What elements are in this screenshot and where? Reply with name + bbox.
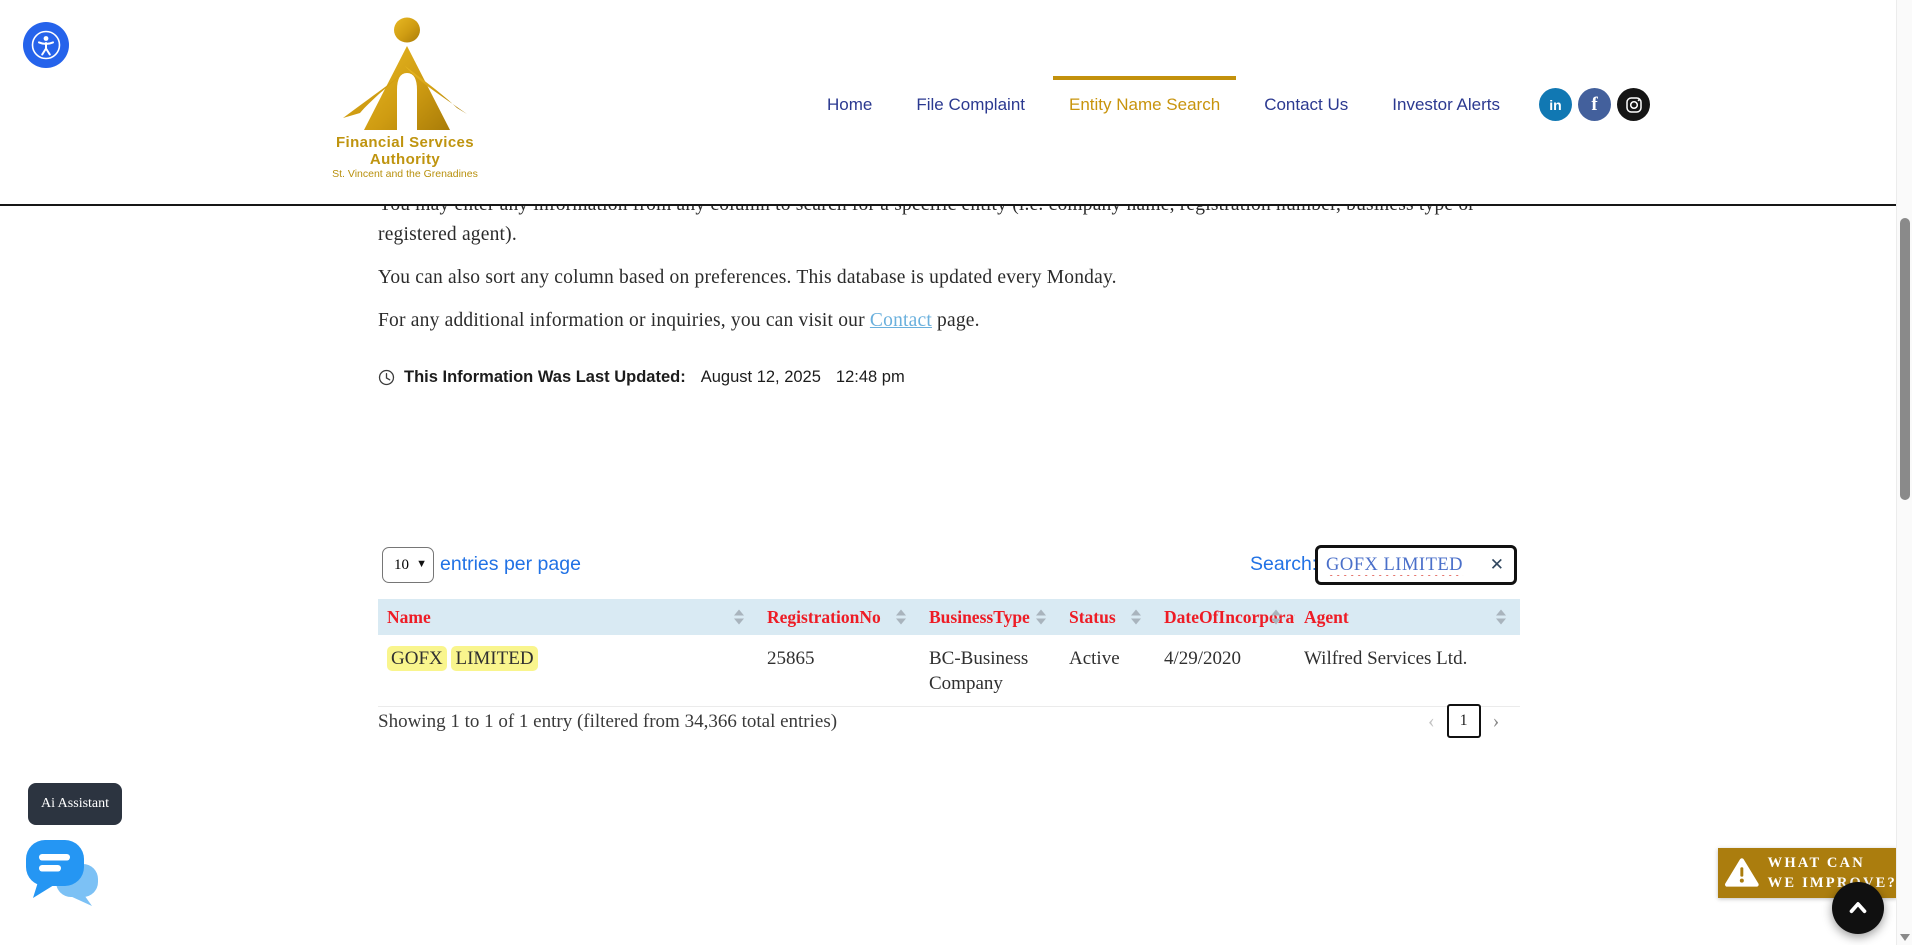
column-header-dateofincorporation[interactable]: DateOfIncorporation [1155,599,1295,635]
highlight: LIMITED [451,646,537,671]
highlight: GOFX [387,646,447,671]
intro-paragraph-3-text: For any additional information or inquir… [378,310,870,331]
feedback-banner-text: WHAT CAN WE IMPROVE? [1768,853,1897,893]
chat-bubbles-icon [24,838,108,910]
page-1-button[interactable]: 1 [1447,704,1481,738]
sort-icon [734,610,744,625]
intro-paragraph-3-tail: page. [932,310,980,331]
last-updated-date: August 12, 2025 [701,368,821,387]
entries-per-page-label: entries per page [440,553,581,576]
column-label: BusinessType [929,607,1030,627]
next-page-button[interactable]: › [1493,711,1500,731]
sort-icon [1036,610,1046,625]
previous-page-button[interactable]: ‹ [1428,711,1435,731]
scroll-to-top-button[interactable] [1832,882,1884,934]
entity-table: Name RegistrationNo BusinessType Status … [378,599,1520,707]
site-header: Financial Services Authority St. Vincent… [0,0,1896,206]
column-label: Agent [1304,607,1349,627]
scrollbar-down-arrow-icon[interactable] [1900,934,1910,941]
ai-assistant-tooltip: Ai Assistant [28,783,122,825]
last-updated-label: This Information Was Last Updated: [404,368,686,387]
pagination: ‹ 1 › [1428,704,1499,738]
linkedin-icon[interactable]: in [1539,88,1572,121]
sort-icon [896,610,906,625]
column-header-status[interactable]: Status [1060,599,1155,635]
clock-history-icon [378,369,395,386]
nav-home[interactable]: Home [827,95,872,115]
logo-subtitle: St. Vincent and the Grenadines [300,168,510,180]
search-input-value: GOFX LIMITED [1326,555,1488,576]
nav-contact-us[interactable]: Contact Us [1264,95,1348,115]
main-nav: Home File Complaint Entity Name Search C… [827,95,1500,115]
social-links: in f [1539,88,1650,121]
column-label: RegistrationNo [767,607,881,627]
sort-icon [1496,610,1506,625]
scrollbar-thumb[interactable] [1900,218,1910,500]
fsa-logo-icon [341,14,469,132]
cell-status: Active [1060,635,1155,707]
feedback-line-1: WHAT CAN [1768,855,1865,871]
facebook-icon[interactable]: f [1578,88,1611,121]
chevron-up-icon [1845,895,1871,921]
cell-date-of-incorporation: 4/29/2020 [1155,635,1295,707]
cell-agent: Wilfred Services Ltd. [1295,635,1520,707]
accessibility-icon[interactable] [23,22,69,68]
cell-name: GOFX LIMITED [378,635,758,707]
sort-icon [1131,610,1141,625]
nav-investor-alerts[interactable]: Investor Alerts [1392,95,1500,115]
column-header-registrationno[interactable]: RegistrationNo [758,599,920,635]
sort-icon [1271,610,1281,625]
feedback-line-2: WE IMPROVE? [1768,875,1897,891]
scrollbar[interactable] [1896,0,1912,945]
intro-paragraph-2: You can also sort any column based on pr… [378,263,1520,293]
instagram-icon[interactable] [1617,88,1650,121]
intro-paragraph-3: For any additional information or inquir… [378,306,1520,336]
cell-business-type: BC-Business Company [920,635,1060,707]
nav-entity-name-search[interactable]: Entity Name Search [1069,95,1220,115]
instagram-camera-icon [1624,95,1644,115]
page: Financial Services Authority St. Vincent… [0,0,1912,945]
accessibility-person-icon [29,28,63,62]
nav-file-complaint[interactable]: File Complaint [916,95,1025,115]
column-header-name[interactable]: Name [378,599,758,635]
cell-registration-no: 25865 [758,635,920,707]
last-updated-time: 12:48 pm [836,368,905,387]
entries-per-page-select[interactable]: 10 [382,547,434,583]
clear-search-icon[interactable]: ✕ [1488,557,1506,574]
table-controls: 10 ▼ entries per page Search: GOFX LIMIT… [378,545,1520,587]
search-input[interactable]: GOFX LIMITED ✕ [1315,545,1517,585]
logo-title: Financial Services Authority [300,134,510,168]
table-header-row: Name RegistrationNo BusinessType Status … [378,599,1520,635]
column-header-agent[interactable]: Agent [1295,599,1520,635]
search-label: Search: [1250,553,1317,576]
column-label: Status [1069,607,1116,627]
last-updated-row: This Information Was Last Updated: Augus… [378,368,905,387]
warning-triangle-icon [1725,857,1759,889]
fsa-logo[interactable]: Financial Services Authority St. Vincent… [300,14,510,180]
table-summary: Showing 1 to 1 of 1 entry (filtered from… [378,711,837,733]
entries-select-wrap: 10 ▼ [382,547,434,583]
ai-assistant-chat-button[interactable] [24,838,108,910]
column-label: Name [387,607,431,627]
contact-link[interactable]: Contact [870,310,932,331]
column-header-businesstype[interactable]: BusinessType [920,599,1060,635]
table-row: GOFX LIMITED 25865 BC-Business Company A… [378,635,1520,707]
